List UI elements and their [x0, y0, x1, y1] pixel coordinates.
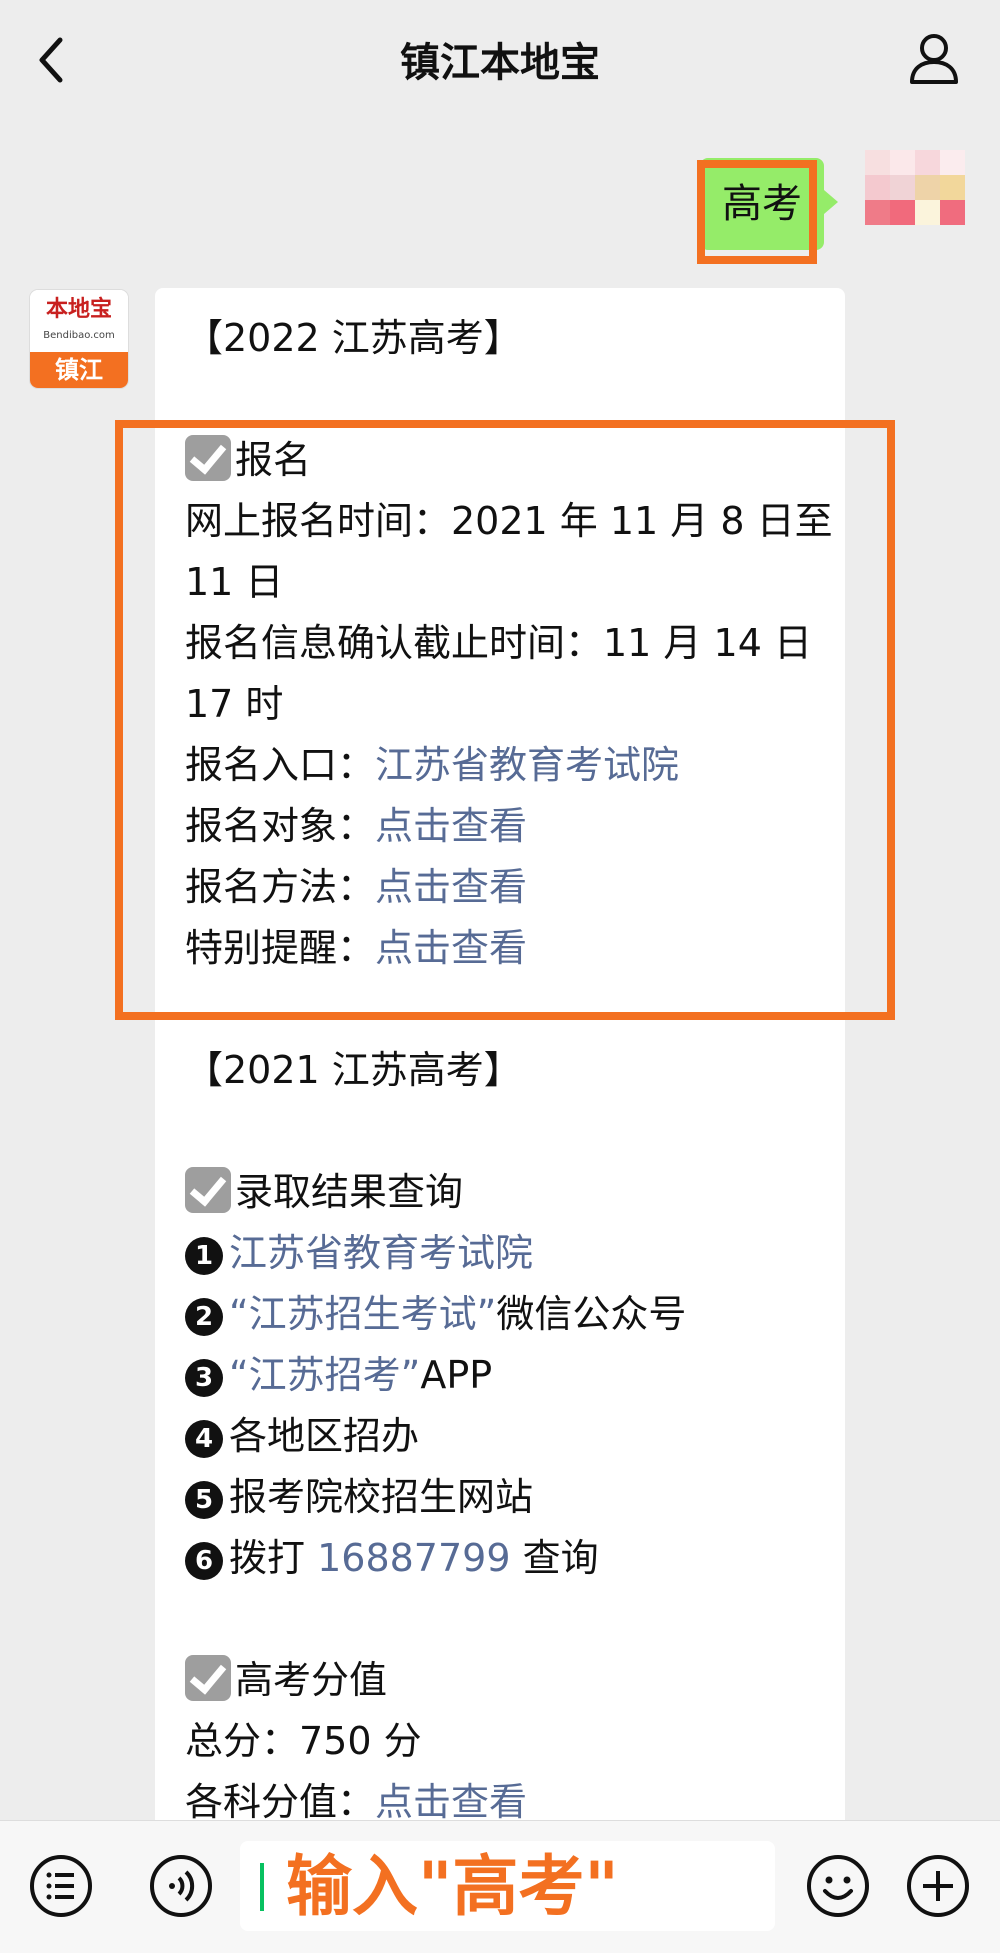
voice-button[interactable]	[148, 1853, 214, 1919]
number-badge-icon: 4	[185, 1420, 223, 1458]
list-item: 6 拨打 16887799 查询	[185, 1528, 825, 1589]
plus-icon	[907, 1855, 969, 1917]
checkbox-icon	[185, 1655, 231, 1701]
list-item: 3 “江苏招考”APP	[185, 1345, 825, 1406]
profile-button[interactable]	[904, 28, 964, 88]
number-badge-icon: 6	[185, 1542, 223, 1580]
list-item-text: 各地区招办	[229, 1414, 420, 1458]
admission-title-text: 录取结果查询	[235, 1170, 464, 1214]
message-input-value: 输入"高考"	[286, 1848, 619, 1925]
add-button[interactable]	[905, 1853, 971, 1919]
emoji-icon	[807, 1855, 869, 1917]
list-item-text: 查询	[510, 1536, 599, 1580]
voice-icon	[150, 1855, 212, 1917]
list-item: 1 江苏省教育考试院	[185, 1223, 825, 1284]
message-input[interactable]: 输入"高考"	[240, 1841, 775, 1931]
subject-link[interactable]: 点击查看	[375, 1780, 527, 1824]
subject-label: 各科分值：	[185, 1780, 376, 1824]
bot-avatar-brand: 本地宝	[30, 290, 128, 352]
list-item-link[interactable]: 江苏省教育考试院	[229, 1231, 533, 1275]
list-item-prefix: 拨打	[229, 1536, 318, 1580]
checkbox-icon	[185, 1167, 231, 1213]
list-item: 4 各地区招办	[185, 1406, 825, 1467]
list-item-text: 报考院校招生网站	[229, 1475, 534, 1519]
bot-avatar-brand-sub: Bendibao.com	[43, 330, 115, 341]
emoji-button[interactable]	[805, 1853, 871, 1919]
heading-2022: 【2022 江苏高考】	[185, 316, 522, 360]
person-icon	[910, 34, 958, 84]
list-item-text: 微信公众号	[496, 1292, 687, 1336]
chat-title: 镇江本地宝	[400, 40, 600, 86]
user-avatar[interactable]	[865, 150, 965, 250]
top-bar: 镇江本地宝	[0, 0, 1000, 120]
number-badge-icon: 1	[185, 1237, 223, 1275]
number-badge-icon: 5	[185, 1481, 223, 1519]
highlight-box-outgoing	[697, 160, 817, 264]
number-badge-icon: 3	[185, 1359, 223, 1397]
list-item-text: APP	[420, 1353, 493, 1397]
total-line: 总分：750 分	[185, 1719, 422, 1763]
bot-avatar-city: 镇江	[30, 352, 128, 388]
list-item: 2 “江苏招生考试”微信公众号	[185, 1284, 825, 1345]
list-item-link[interactable]: “江苏招考”	[229, 1353, 420, 1397]
number-badge-icon: 2	[185, 1298, 223, 1336]
phone-link[interactable]: 16887799	[317, 1536, 510, 1580]
list-item: 5 报考院校招生网站	[185, 1467, 825, 1528]
score-title: 高考分值	[185, 1650, 825, 1711]
menu-button[interactable]	[28, 1853, 94, 1919]
list-icon	[30, 1855, 92, 1917]
highlight-box-registration	[115, 420, 895, 1020]
admission-title: 录取结果查询	[185, 1162, 825, 1223]
bot-avatar[interactable]: 本地宝 Bendibao.com 镇江	[30, 290, 128, 388]
list-item-link[interactable]: “江苏招生考试”	[229, 1292, 496, 1336]
score-title-text: 高考分值	[235, 1658, 388, 1702]
composer-bar: 输入"高考"	[0, 1820, 1000, 1953]
text-caret	[260, 1863, 264, 1911]
heading-2021: 【2021 江苏高考】	[185, 1048, 522, 1092]
